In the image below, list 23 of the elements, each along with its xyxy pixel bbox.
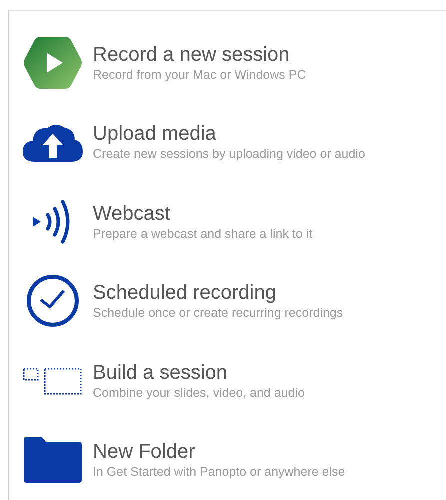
item-description: Create new sessions by uploading video or audio — [93, 146, 366, 162]
item-title: Build a session — [93, 360, 228, 385]
item-description: In Get Started with Panopto or anywhere else — [93, 464, 346, 480]
item-description: Schedule once or create recurring recordings — [93, 305, 344, 322]
clock-icon — [26, 274, 80, 328]
item-description: Prepare a webcast and share a link to it — [93, 226, 313, 242]
item-title: Upload media — [93, 122, 216, 146]
menu-item[interactable]: Upload media Create new sessions by uploading video or audio — [9, 102, 446, 182]
menu-item[interactable]: Scheduled recording Schedule once or create recurring recordings — [9, 262, 446, 341]
item-description: Combine your slides, video, and audio — [93, 384, 305, 401]
item-title: Webcast — [93, 202, 170, 226]
item-title: New Folder — [93, 440, 196, 464]
menu-item[interactable]: Build a session Combine your slides, video, and audio — [9, 341, 446, 420]
menu-item[interactable]: Webcast Prepare a webcast and share a link to it — [9, 182, 446, 262]
menu-item[interactable]: New Folder In Get Started with Panopto or anywhere else — [9, 420, 446, 500]
item-description: Record from your Mac or Windows PC — [93, 66, 306, 83]
item-title: Record a new session — [93, 42, 290, 67]
item-title: Scheduled recording — [93, 281, 276, 306]
cloud-upload-icon — [23, 122, 83, 162]
menu-item[interactable]: Record a new session Record from your Mac or Windows PC — [9, 23, 446, 102]
folder-icon — [24, 437, 82, 484]
dotted-frames-icon — [23, 366, 83, 396]
play-hexagon-icon — [23, 34, 83, 91]
